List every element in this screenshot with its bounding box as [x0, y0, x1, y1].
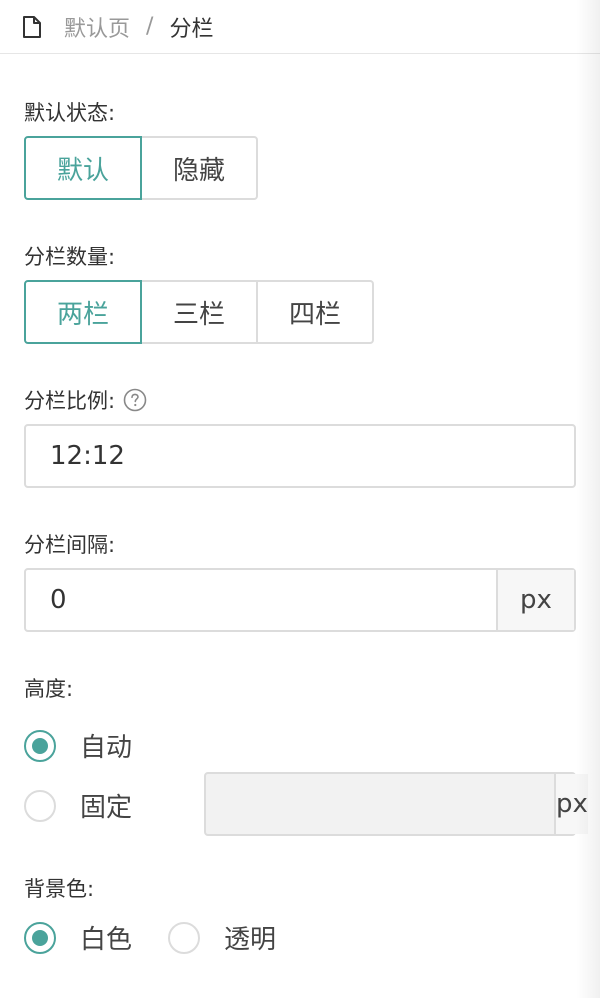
columns-count-segmented: 两栏 三栏 四栏: [24, 280, 374, 344]
default-state-option-default[interactable]: 默认: [24, 136, 142, 200]
height-auto-radio[interactable]: [24, 729, 56, 762]
height-option-fixed[interactable]: 固定: [24, 787, 132, 824]
background-white-radio[interactable]: [24, 921, 56, 954]
height-fixed-label[interactable]: 固定: [80, 787, 132, 824]
radio-checked-dot: [32, 737, 48, 754]
radio-checked-dot: [32, 929, 48, 946]
height-label: 高度:: [24, 677, 74, 701]
breadcrumb-home-link[interactable]: 默认页: [64, 11, 130, 43]
columns-count-option-four[interactable]: 四栏: [256, 280, 374, 344]
height-fixed-input[interactable]: [206, 774, 554, 834]
background-white-label[interactable]: 白色: [80, 919, 132, 956]
panel-edge-shadow: [576, 0, 600, 998]
height-fixed-input-wrapper: px: [204, 772, 588, 836]
default-state-segmented: 默认 隐藏: [24, 136, 258, 200]
columns-count-option-three[interactable]: 三栏: [140, 280, 258, 344]
document-icon: [22, 15, 42, 38]
question-circle-icon[interactable]: [123, 388, 147, 412]
gap-input-wrapper: px: [24, 568, 576, 632]
ratio-input[interactable]: [26, 426, 574, 486]
ratio-label-row: 分栏比例:: [24, 385, 147, 415]
gap-input[interactable]: [26, 570, 496, 630]
background-option-transparent[interactable]: 透明: [168, 919, 276, 956]
background-transparent-label[interactable]: 透明: [224, 919, 276, 956]
ratio-label: 分栏比例:: [24, 389, 116, 413]
background-label: 背景色:: [24, 877, 95, 901]
height-option-auto[interactable]: 自动: [24, 727, 132, 764]
height-unit: px: [554, 774, 588, 834]
columns-count-option-two[interactable]: 两栏: [24, 280, 142, 344]
height-auto-label[interactable]: 自动: [80, 727, 132, 764]
gap-label: 分栏间隔:: [24, 533, 116, 557]
breadcrumb-separator: /: [146, 14, 154, 39]
background-option-white[interactable]: 白色: [24, 919, 132, 956]
columns-count-label: 分栏数量:: [24, 245, 116, 269]
default-state-label: 默认状态:: [24, 101, 116, 125]
gap-unit: px: [496, 570, 574, 630]
height-fixed-radio[interactable]: [24, 789, 56, 822]
default-state-option-hidden[interactable]: 隐藏: [140, 136, 258, 200]
ratio-input-wrapper: [24, 424, 576, 488]
panel: 默认页 / 分栏 默认状态: 默认 隐藏 分栏数量: 两栏 三栏 四栏 分栏比例…: [0, 0, 600, 998]
breadcrumb-current: 分栏: [169, 16, 214, 42]
background-transparent-radio[interactable]: [168, 921, 200, 954]
breadcrumb: 默认页 / 分栏: [0, 0, 600, 54]
